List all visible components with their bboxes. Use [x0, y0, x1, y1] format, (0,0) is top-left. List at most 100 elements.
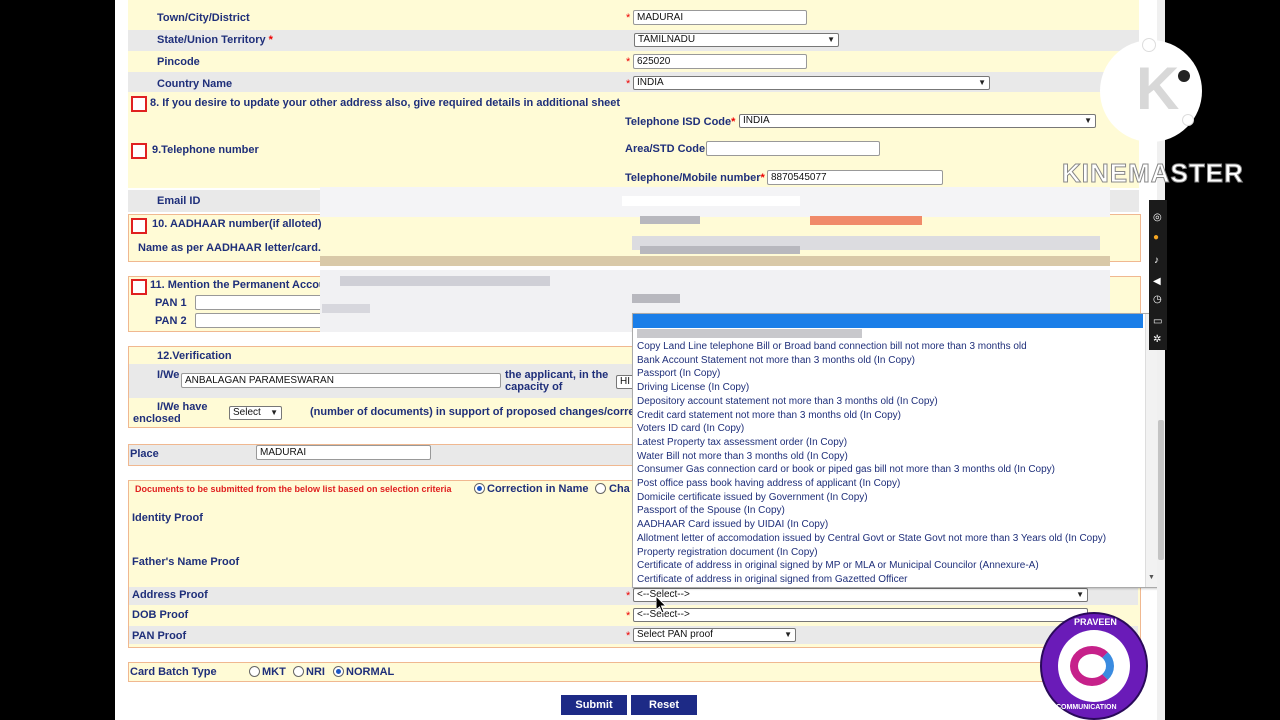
dropdown-highlight — [633, 314, 1143, 328]
mic-icon[interactable]: ♪ — [1154, 255, 1159, 266]
dropdown-option[interactable]: Post office pass book having address of … — [637, 478, 900, 489]
pan-proof-select[interactable]: Select PAN proof ▼ — [633, 628, 796, 642]
redacted-region — [340, 276, 550, 286]
redacted-region — [640, 246, 800, 254]
required-marker: * — [626, 78, 631, 90]
address-proof-select[interactable]: <--Select--> ▼ — [633, 588, 1088, 602]
chevron-down-icon: ▼ — [784, 630, 792, 639]
pincode-input[interactable]: 625020 — [633, 54, 807, 69]
town-label: Town/City/District — [157, 12, 250, 24]
email-input-blurred — [622, 196, 800, 206]
reset-button[interactable]: Reset — [631, 695, 697, 715]
recorder-toolbar: ◎ ● ♪ ◀ ◷ ▭ ✲ — [1149, 200, 1167, 350]
dropdown-option[interactable]: Consumer Gas connection card or book or … — [637, 464, 1055, 475]
submit-button[interactable]: Submit — [561, 695, 627, 715]
dropdown-option[interactable]: Passport of the Spouse (In Copy) — [637, 505, 785, 516]
kinemaster-logo-letter: K — [1136, 55, 1180, 122]
dropdown-option[interactable]: Voters ID card (In Copy) — [637, 423, 744, 434]
dropdown-option[interactable]: AADHAAR Card issued by UIDAI (In Copy) — [637, 519, 828, 530]
nri-radio[interactable] — [293, 666, 304, 677]
enclosed-label-2: enclosed — [133, 413, 181, 425]
isd-label: Telephone ISD Code* — [625, 116, 736, 128]
dob-proof-select[interactable]: <--Select--> — [633, 608, 1088, 622]
mobile-input[interactable]: 8870545077 — [767, 170, 943, 185]
logo-dot — [1182, 114, 1194, 126]
dropdown-option[interactable]: Certificate of address in original signe… — [637, 560, 1039, 571]
channel-badge: PRAVEEN COMMUNICATION — [1040, 612, 1148, 720]
scroll-down-icon[interactable]: ▼ — [1148, 574, 1155, 581]
normal-radio[interactable] — [333, 666, 344, 677]
isd-select[interactable]: INDIA ▼ — [739, 114, 1096, 128]
enclosed-label: I/We have — [157, 401, 208, 413]
place-input[interactable]: MADURAI — [256, 445, 431, 460]
redacted-region — [320, 256, 1110, 266]
pan-checkbox[interactable] — [131, 279, 147, 295]
dropdown-option[interactable]: Property registration document (In Copy) — [637, 547, 818, 558]
identity-proof-label: Identity Proof — [132, 512, 203, 524]
correction-name-radio[interactable] — [474, 483, 485, 494]
dropdown-option[interactable]: Copy Land Line telephone Bill or Broad b… — [637, 341, 1027, 352]
address-proof-dropdown-list[interactable]: Copy Land Line telephone Bill or Broad b… — [632, 313, 1159, 588]
dropdown-option[interactable]: Latest Property tax assessment order (In… — [637, 437, 847, 448]
country-select[interactable]: INDIA ▼ — [633, 76, 990, 90]
dropdown-option[interactable]: Bank Account Statement not more than 3 m… — [637, 355, 915, 366]
dropdown-option[interactable]: Passport (In Copy) — [637, 368, 720, 379]
dropdown-option[interactable]: Credit card statement not more than 3 mo… — [637, 410, 901, 421]
dropdown-option[interactable]: Depository account statement not more th… — [637, 396, 938, 407]
redacted-region — [637, 329, 862, 338]
other-address-label: 8. If you desire to update your other ad… — [150, 97, 621, 109]
dropdown-option[interactable]: Certificate of address in original signe… — [637, 574, 908, 585]
redacted-region — [810, 216, 922, 225]
mkt-radio[interactable] — [249, 666, 260, 677]
aadhaar-name-label: Name as per AADHAAR letter/card. — [138, 242, 321, 254]
pincode-label: Pincode — [157, 56, 200, 68]
kinemaster-watermark: KINEMASTER — [1062, 158, 1244, 189]
town-input[interactable]: MADURAI — [633, 10, 807, 25]
record-icon[interactable]: ● — [1153, 232, 1159, 243]
verification-title: 12.Verification — [157, 350, 232, 362]
state-select[interactable]: TAMILNADU ▼ — [634, 33, 839, 47]
badge-text-bottom: COMMUNICATION — [1056, 704, 1117, 711]
mkt-label: MKT — [262, 666, 286, 678]
mobile-label: Telephone/Mobile number* — [625, 172, 765, 184]
iwe-input[interactable]: ANBALAGAN PARAMESWARAN — [181, 373, 501, 388]
settings-icon[interactable]: ✲ — [1153, 334, 1161, 345]
card-batch-label: Card Batch Type — [130, 666, 217, 678]
capacity-label-2: capacity of — [505, 381, 563, 393]
std-label: Area/STD Code — [625, 143, 706, 155]
speaker-icon[interactable]: ◀ — [1153, 276, 1161, 287]
change-label: Cha — [609, 483, 630, 495]
correction-name-label: Correction in Name — [487, 483, 589, 495]
other-address-checkbox[interactable] — [131, 96, 147, 112]
screen-icon[interactable]: ▭ — [1153, 316, 1162, 327]
logo-dot — [1178, 70, 1190, 82]
change-radio[interactable] — [595, 483, 606, 494]
aadhaar-checkbox[interactable] — [131, 218, 147, 234]
required-marker: * — [626, 56, 631, 68]
mouse-cursor-icon — [656, 596, 668, 614]
enclosed-suffix: (number of documents) in support of prop… — [310, 406, 635, 418]
aadhaar-label: 10. AADHAAR number(if alloted) — [152, 218, 322, 230]
pan1-input[interactable] — [195, 295, 340, 310]
chevron-down-icon: ▼ — [1076, 590, 1084, 599]
dropdown-option[interactable]: Driving License (In Copy) — [637, 382, 749, 393]
redacted-region — [322, 304, 370, 313]
address-proof-label: Address Proof — [132, 589, 208, 601]
telephone-checkbox[interactable] — [131, 143, 147, 159]
scrollbar-thumb[interactable] — [1158, 420, 1164, 560]
required-marker: * — [626, 630, 631, 642]
chevron-down-icon: ▼ — [1084, 116, 1092, 125]
capacity-label: the applicant, in the — [505, 369, 609, 381]
dob-proof-label: DOB Proof — [132, 609, 189, 621]
std-input[interactable] — [706, 141, 880, 156]
camera-icon[interactable]: ◎ — [1153, 212, 1162, 223]
dropdown-option[interactable]: Allotment letter of accomodation issued … — [637, 533, 1106, 544]
father-proof-label: Father's Name Proof — [132, 556, 240, 568]
chevron-down-icon: ▼ — [978, 78, 986, 87]
timer-icon[interactable]: ◷ — [1153, 294, 1162, 305]
documents-note: Documents to be submitted from the below… — [135, 484, 452, 494]
dropdown-option[interactable]: Water Bill not more than 3 months old (I… — [637, 451, 848, 462]
enclosed-select[interactable]: Select ▼ — [229, 406, 282, 420]
dropdown-option[interactable]: Domicile certificate issued by Governmen… — [637, 492, 868, 503]
pan2-input[interactable] — [195, 313, 340, 328]
